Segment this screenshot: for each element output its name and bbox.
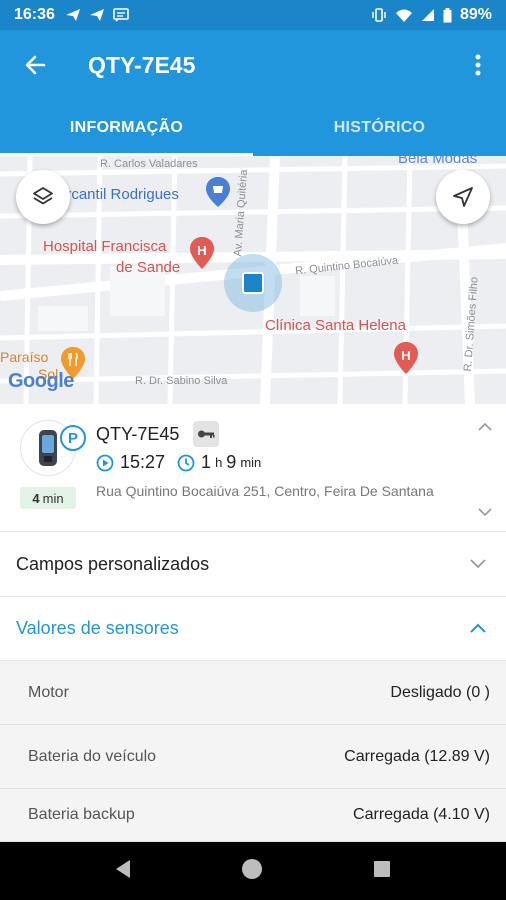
ignition-key-icon (193, 421, 219, 447)
battery-icon (443, 7, 452, 22)
vehicle-square-icon (242, 272, 264, 294)
back-button[interactable] (0, 30, 70, 100)
vehicle-plate: QTY-7E45 (96, 424, 180, 444)
sensor-value: Carregada (12.89 V) (344, 747, 490, 765)
wifi-icon (395, 9, 412, 22)
map-layers-button[interactable] (16, 170, 70, 224)
navigation-arrow-icon (453, 187, 473, 207)
status-bar: 16:36 89% (0, 0, 506, 30)
place-label-hospital: Hospital Francisca (43, 238, 167, 255)
street-label: R. Dr. Sabino Silva (135, 375, 228, 387)
sensor-values-label: Valores de sensores (16, 618, 179, 638)
chevron-down-icon (470, 556, 486, 574)
vehicle-info-card[interactable]: P QTY-7E45 15:27 1 h 9 min Rua Quintino … (0, 404, 506, 532)
nav-home-button[interactable] (240, 857, 264, 886)
google-logo: Google (8, 370, 74, 392)
map-view[interactable]: R. Carlos Valadares R. Quintino Bocaiúva… (0, 156, 506, 404)
nav-recents-button[interactable] (372, 859, 392, 884)
message-icon (113, 8, 129, 22)
page-title: QTY-7E45 (88, 51, 196, 78)
custom-fields-section[interactable]: Campos personalizados (0, 533, 506, 597)
clock-icon (177, 454, 195, 471)
duration-minutes-unit: min (240, 455, 262, 470)
tab-informacao[interactable]: INFORMAÇÃO (0, 100, 253, 156)
sensor-row-vehicle-battery: Bateria do veículo Carregada (12.89 V) (0, 725, 506, 789)
layers-icon (33, 187, 53, 205)
gps-tracker-icon (39, 430, 57, 466)
stop-duration-badge: 4 min (20, 487, 76, 509)
more-options-button[interactable] (450, 30, 506, 100)
duration-hours: 1 (201, 452, 212, 472)
navigate-button[interactable] (436, 170, 490, 224)
custom-fields-label: Campos personalizados (16, 554, 210, 574)
sensor-name: Motor (28, 683, 69, 701)
expand-chevron-down-icon[interactable] (478, 504, 492, 522)
status-time: 16:36 (14, 6, 55, 23)
tab-historico[interactable]: HISTÓRICO (253, 100, 506, 156)
place-label-paraiso: Paraíso (0, 349, 49, 365)
tab-bar: INFORMAÇÃO HISTÓRICO (0, 100, 506, 156)
place-label-mercantil: ercantil Rodrigues (58, 186, 179, 203)
place-label-clinica: Clínica Santa Helena (265, 317, 406, 334)
sensor-name: Bateria do veículo (28, 747, 157, 765)
vehicle-time-row: 15:27 1 h 9 min (96, 452, 265, 473)
vehicle-location-marker[interactable] (224, 254, 282, 312)
circle-home-icon (242, 858, 262, 879)
more-vert-icon (475, 54, 481, 76)
hospital-pin-icon[interactable]: H (393, 341, 419, 380)
signal-icon (421, 9, 434, 21)
svg-text:H: H (197, 243, 206, 258)
street-label: R. Carlos Valadares (100, 158, 198, 170)
place-label-bela-modas: Bela Modas (398, 156, 478, 167)
sensor-row-motor: Motor Desligado (0 ) (0, 661, 506, 725)
sensor-name: Bateria backup (28, 806, 135, 823)
play-circle-icon (96, 454, 114, 471)
back-arrow-icon (25, 55, 46, 75)
nav-back-button[interactable] (114, 859, 132, 884)
sensor-value: Desligado (0 ) (390, 683, 490, 701)
parking-badge: P (60, 425, 86, 451)
system-navigation-bar (0, 842, 506, 900)
last-update-time: 15:27 (120, 452, 166, 472)
sensor-values-section[interactable]: Valores de sensores (0, 597, 506, 661)
vehicle-address: Rua Quintino Bocaiúva 251, Centro, Feira… (96, 483, 434, 499)
stop-duration-unit: min (42, 490, 64, 506)
hospital-pin-icon[interactable]: H (189, 236, 215, 275)
duration-hours-unit: h (215, 455, 223, 470)
square-recents-icon (374, 860, 390, 877)
app-bar: QTY-7E45 (0, 30, 506, 100)
collapse-chevron-up-icon[interactable] (478, 418, 492, 436)
battery-percent: 89% (459, 6, 492, 23)
send-icon (89, 9, 104, 21)
vibrate-icon (372, 8, 386, 22)
sensor-row-backup-battery: Bateria backup Carregada (4.10 V) (0, 789, 506, 842)
send-icon (65, 9, 80, 21)
sensor-value: Carregada (4.10 V) (353, 806, 490, 823)
triangle-back-icon (116, 859, 130, 878)
stop-duration-value: 4 (32, 490, 40, 506)
shopping-pin-icon[interactable] (205, 176, 231, 213)
chevron-up-icon (470, 620, 486, 638)
place-label-hospital-2: de Sande (116, 259, 181, 276)
svg-text:H: H (401, 348, 410, 363)
duration-minutes: 9 (226, 452, 237, 472)
